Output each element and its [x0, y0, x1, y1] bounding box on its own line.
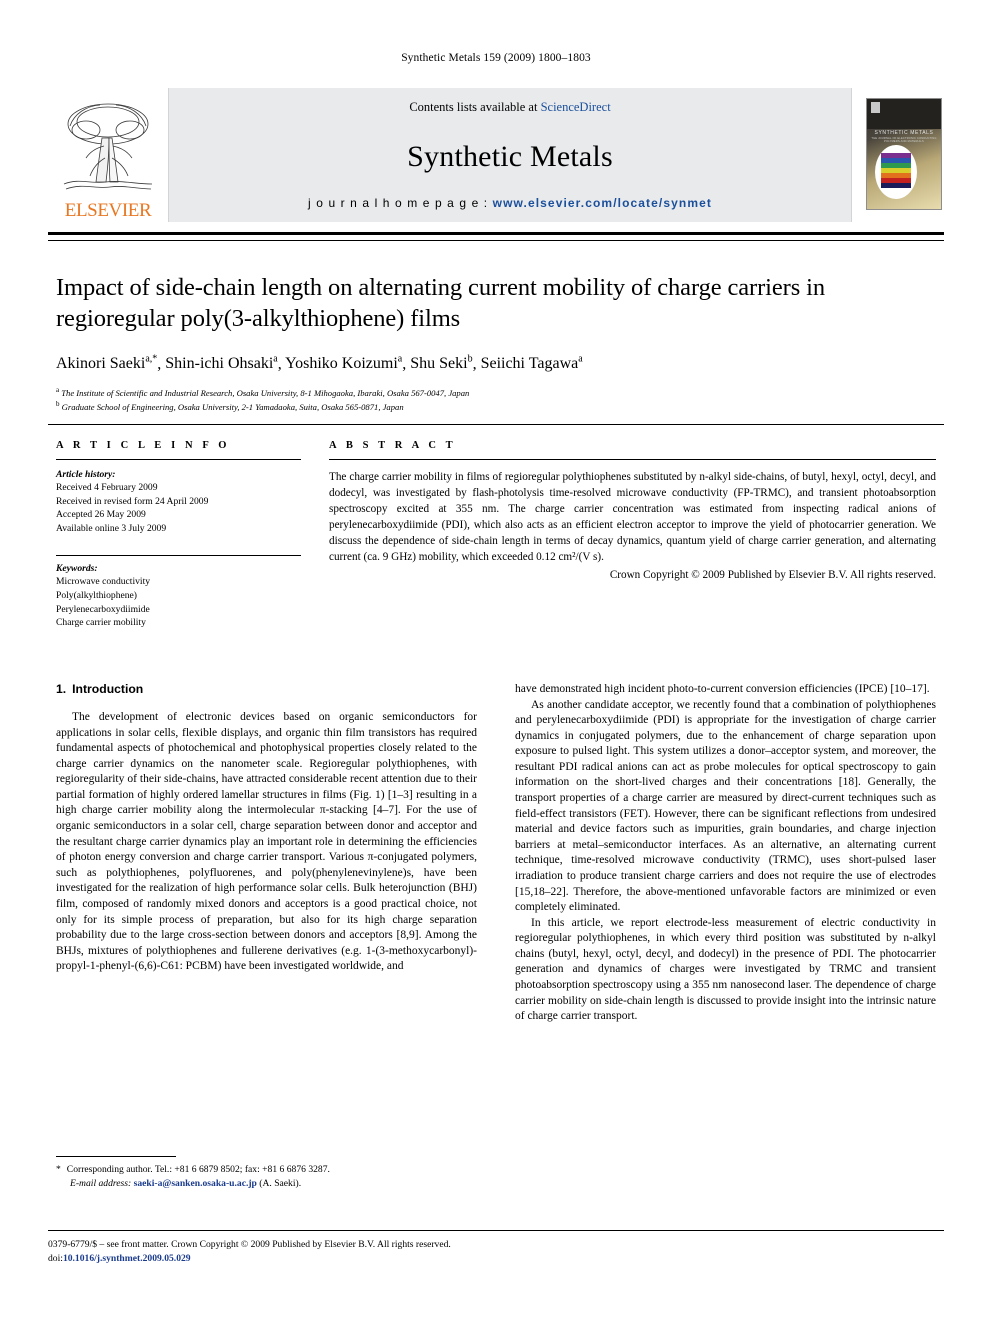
abstract-copyright: Crown Copyright © 2009 Published by Else…	[609, 569, 936, 582]
footnote-corresponding-line: * Corresponding author. Tel.: +81 6 6879 …	[56, 1163, 477, 1177]
affiliation-a: a The Institute of Scientific and Indust…	[56, 385, 936, 399]
author-list: Akinori Saekia,*, Shin-ichi Ohsakia, Yos…	[56, 353, 583, 373]
abstract-text: The charge carrier mobility in films of …	[329, 471, 936, 564]
footnote-email-suffix: (A. Saeki).	[256, 1177, 302, 1189]
author-name: Shu Seki	[410, 355, 468, 373]
masthead-center: Contents lists available at ScienceDirec…	[168, 88, 852, 222]
article-history-heading: Article history:	[56, 469, 116, 480]
history-item-1: Received in revised form 24 April 2009	[56, 495, 209, 507]
history-item-3: Available online 3 July 2009	[56, 522, 167, 534]
footnote-email-label: E-mail address:	[70, 1177, 132, 1189]
author-3: Shu Sekib	[410, 353, 473, 373]
abstract-label: A B S T R A C T	[329, 440, 457, 451]
author-2: Yoshiko Koizumia	[285, 353, 403, 373]
journal-title: Synthetic Metals	[407, 139, 613, 173]
cover-oval-inset	[875, 145, 917, 199]
cover-art-image: SYNTHETIC METALS THE JOURNAL OF ELECTRON…	[866, 98, 942, 210]
keyword-0: Microwave conductivity	[56, 576, 151, 588]
imprint-issn-line: 0379-6779/$ – see front matter. Crown Co…	[48, 1239, 451, 1250]
section-title: Introduction	[72, 682, 144, 696]
doi-label: doi:	[48, 1252, 63, 1264]
footnote-rule	[56, 1156, 176, 1157]
cover-publisher-mark	[871, 102, 880, 113]
history-item-2: Accepted 26 May 2009	[56, 509, 146, 521]
contents-available-line: Contents lists available at ScienceDirec…	[409, 100, 610, 115]
paragraph-intro-1: The development of electronic devices ba…	[56, 711, 477, 973]
footnote-email-link[interactable]: saeki-a@sanken.osaka-u.ac.jp	[134, 1178, 257, 1189]
article-info-label: A R T I C L E I N F O	[56, 440, 231, 451]
article-info-column: A R T I C L E I N F O Article history: R…	[56, 440, 301, 630]
page-title: Impact of side-chain length on alternati…	[56, 274, 826, 333]
imprint-block: 0379-6779/$ – see front matter. Crown Co…	[48, 1238, 944, 1266]
body-columns: 1. Introduction The development of electr…	[56, 682, 936, 1025]
keyword-2: Perylenecarboxydiimide	[56, 603, 150, 615]
abstract-column: A B S T R A C T The charge carrier mobil…	[329, 440, 936, 630]
running-head: Synthetic Metals 159 (2009) 1800–1803	[401, 52, 591, 64]
body-column-right: have demonstrated high incident photo-to…	[515, 682, 936, 1025]
masthead-bottom-rule	[48, 232, 944, 235]
author-name: Shin-ichi Ohsaki	[165, 355, 274, 373]
author-0: Akinori Saekia,*	[56, 353, 158, 373]
elsevier-logo: ELSEVIER	[48, 88, 168, 222]
paragraph-intro-4: In this article, we report electrode-les…	[515, 916, 936, 1023]
paragraph-intro-2: have demonstrated high incident photo-to…	[515, 683, 930, 695]
journal-cover-thumbnail: SYNTHETIC METALS THE JOURNAL OF ELECTRON…	[866, 88, 944, 222]
affiliation-b: b Graduate School of Engineering, Osaka …	[56, 399, 936, 413]
doi-link[interactable]: 10.1016/j.synthmet.2009.05.029	[63, 1253, 191, 1264]
author-affiliation-mark: a	[273, 353, 278, 365]
journal-homepage-line: j o u r n a l h o m e p a g e : www.else…	[308, 196, 712, 210]
journal-article-page: Synthetic Metals 159 (2009) 1800–1803 EL…	[0, 0, 992, 1323]
elsevier-tree-icon	[63, 103, 153, 190]
affiliation-mark: a	[56, 385, 60, 394]
cover-spectrum-graphic	[881, 153, 911, 191]
history-item-0: Received 4 February 2009	[56, 482, 158, 493]
journal-homepage-link[interactable]: www.elsevier.com/locate/synmet	[493, 196, 712, 210]
author-name: Yoshiko Koizumi	[285, 355, 398, 373]
journal-masthead: ELSEVIER Contents lists available at Sci…	[48, 88, 944, 222]
keyword-1: Poly(alkylthiophene)	[56, 590, 137, 602]
imprint-doi-line: doi:10.1016/j.synthmet.2009.05.029	[48, 1252, 944, 1266]
elsevier-wordmark: ELSEVIER	[64, 200, 152, 221]
author-affiliation-mark: a	[397, 353, 403, 365]
sciencedirect-link[interactable]: ScienceDirect	[541, 100, 611, 114]
author-name: Akinori Saeki	[56, 355, 146, 373]
title-bottom-rule	[48, 424, 944, 425]
keyword-3: Charge carrier mobility	[56, 617, 146, 629]
imprint-rule	[48, 1230, 944, 1231]
author-4: Seiichi Tagawaa	[480, 353, 583, 373]
article-info-rule	[56, 459, 301, 460]
body-column-left: 1. Introduction The development of electr…	[56, 682, 477, 1025]
affiliation-text: The Institute of Scientific and Industri…	[61, 387, 470, 398]
author-affiliation-mark: a	[578, 353, 583, 365]
keywords-rule	[56, 555, 301, 557]
section-number: 1.	[56, 682, 67, 696]
footnote-star-mark: *	[56, 1164, 61, 1175]
paragraph-intro-3: As another candidate acceptor, we recent…	[515, 698, 936, 914]
author-affiliation-mark: a,*	[145, 353, 158, 365]
author-1: Shin-ichi Ohsakia	[165, 353, 278, 373]
keywords-heading: Keywords:	[56, 563, 98, 575]
title-block: Impact of side-chain length on alternati…	[56, 272, 936, 413]
affiliation-list: a The Institute of Scientific and Indust…	[56, 385, 936, 414]
masthead-bottom-rule-thin	[48, 240, 944, 241]
author-name: Seiichi Tagawa	[480, 355, 579, 373]
contents-prefix: Contents lists available at	[409, 100, 541, 114]
section-heading-introduction: 1. Introduction	[56, 682, 477, 696]
affiliation-mark: b	[56, 400, 60, 409]
affiliation-text: Graduate School of Engineering, Osaka Un…	[61, 402, 404, 413]
cover-subtitle-text: THE JOURNAL OF ELECTRONIC CONDUCTING POL…	[871, 137, 937, 143]
info-abstract-region: A R T I C L E I N F O Article history: R…	[56, 440, 936, 630]
author-affiliation-mark: b	[467, 353, 473, 365]
homepage-prefix: j o u r n a l h o m e p a g e :	[308, 196, 493, 210]
abstract-rule	[329, 459, 936, 460]
footnote-email-line: E-mail address: saeki-a@sanken.osaka-u.a…	[56, 1177, 477, 1191]
cover-title-text: SYNTHETIC METALS	[874, 130, 934, 136]
corresponding-author-footnote: * Corresponding author. Tel.: +81 6 6879 …	[56, 1156, 477, 1190]
footnote-corresponding-text: Corresponding author. Tel.: +81 6 6879 8…	[66, 1164, 330, 1175]
